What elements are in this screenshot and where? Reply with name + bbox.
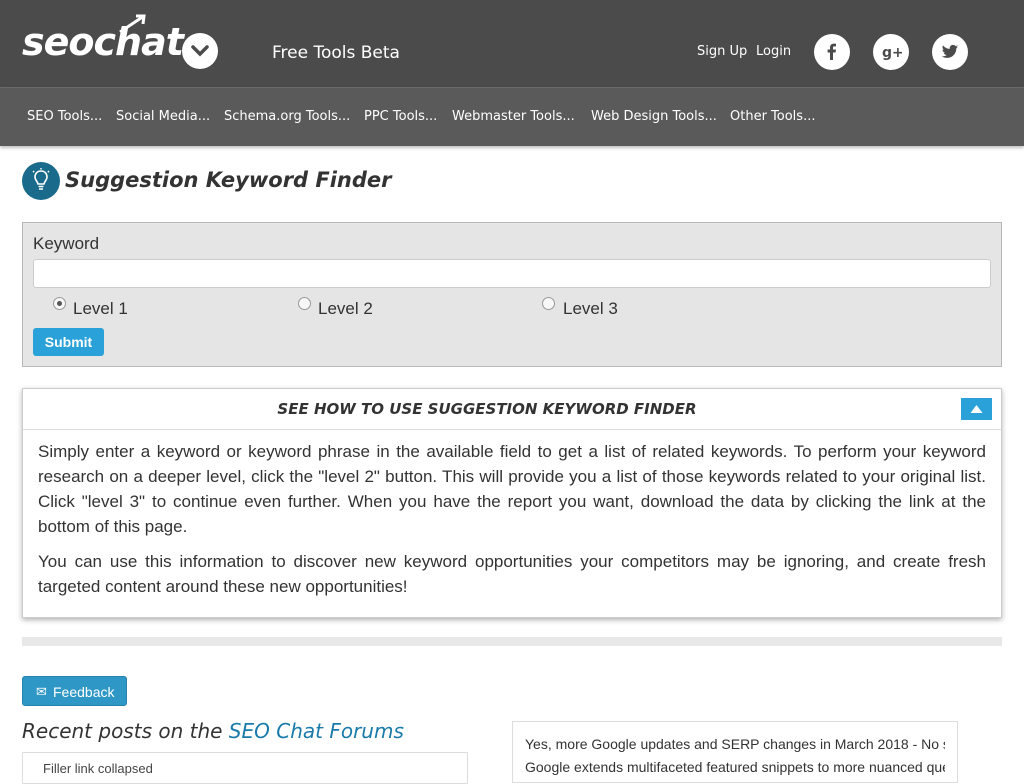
facebook-icon[interactable]: [814, 34, 850, 70]
how-to-header[interactable]: SEE HOW TO USE SUGGESTION KEYWORD FINDER: [23, 389, 1001, 430]
caret-up-icon: [970, 405, 983, 413]
level-1-label[interactable]: Level 1: [73, 299, 128, 319]
how-to-title: SEE HOW TO USE SUGGESTION KEYWORD FINDER: [277, 400, 697, 418]
level-3-label[interactable]: Level 3: [563, 299, 618, 319]
envelope-icon: ✉: [36, 684, 47, 699]
nav-ppc-tools[interactable]: PPC Tools...: [364, 109, 437, 124]
chevron-down-icon: [191, 45, 209, 57]
news-item[interactable]: Yes, more Google updates and SERP change…: [525, 736, 945, 752]
facebook-glyph: [827, 43, 836, 60]
submit-button[interactable]: Submit: [33, 328, 104, 356]
nav-web-design-tools[interactable]: Web Design Tools...: [591, 109, 717, 124]
lightbulb-icon: [22, 162, 60, 200]
how-to-paragraph: You can use this information to discover…: [38, 552, 986, 596]
seochat-logo[interactable]: seochat: [22, 14, 184, 66]
top-header: seochat Free Tools Beta Sign Up Login g+: [0, 0, 1024, 87]
how-to-panel: SEE HOW TO USE SUGGESTION KEYWORD FINDER…: [22, 388, 1002, 618]
seo-chat-forums-link[interactable]: SEO Chat Forums: [229, 719, 404, 743]
level-2-radio[interactable]: [298, 297, 311, 310]
svg-text:g+: g+: [882, 45, 902, 61]
news-feed-box: Yes, more Google updates and SERP change…: [512, 721, 958, 783]
sign-up-link[interactable]: Sign Up: [697, 44, 747, 59]
nav-seo-tools[interactable]: SEO Tools...: [27, 109, 102, 124]
feedback-label: Feedback: [53, 684, 115, 700]
main-navigation: SEO Tools... Social Media... Schema.org …: [0, 87, 1024, 146]
keyword-form: Keyword Level 1 Level 2 Level 3 Submit: [22, 222, 1002, 367]
level-2-label[interactable]: Level 2: [318, 299, 373, 319]
recent-posts-heading: Recent posts on the SEO Chat Forums: [22, 719, 404, 743]
logo-arrow-icon: [119, 14, 146, 34]
how-to-paragraph: Simply enter a keyword or keyword phrase…: [38, 442, 986, 536]
feedback-button[interactable]: ✉ Feedback: [22, 676, 127, 706]
page-title: Suggestion Keyword Finder: [65, 168, 392, 192]
nav-schema-org-tools[interactable]: Schema.org Tools...: [224, 109, 350, 124]
free-tools-beta-link[interactable]: Free Tools Beta: [272, 43, 400, 63]
site-menu-dropdown-button[interactable]: [182, 33, 218, 69]
keyword-label: Keyword: [33, 234, 100, 253]
lightbulb-glyph: [32, 168, 50, 190]
keyword-input[interactable]: [33, 259, 991, 288]
twitter-icon[interactable]: [932, 34, 968, 70]
forum-posts-list: Filler link collapsed: [22, 752, 468, 784]
collapse-toggle-button[interactable]: [961, 398, 992, 420]
twitter-glyph: [941, 44, 958, 58]
news-item[interactable]: Google extends multifaceted featured sni…: [525, 759, 945, 775]
section-divider: [22, 637, 1002, 646]
how-to-body: Simply enter a keyword or keyword phrase…: [38, 439, 986, 609]
google-plus-glyph: g+: [882, 45, 902, 61]
recent-posts-prefix: Recent posts on the: [22, 719, 229, 743]
level-1-radio[interactable]: [53, 297, 66, 310]
google-plus-icon[interactable]: g+: [873, 34, 909, 70]
nav-webmaster-tools[interactable]: Webmaster Tools...: [452, 109, 575, 124]
forum-post-item[interactable]: Filler link collapsed: [43, 761, 153, 776]
login-link[interactable]: Login: [756, 44, 791, 59]
logo-text: seochat: [22, 20, 184, 64]
nav-social-media[interactable]: Social Media...: [116, 109, 210, 124]
nav-other-tools[interactable]: Other Tools...: [730, 109, 815, 124]
level-3-radio[interactable]: [542, 297, 555, 310]
